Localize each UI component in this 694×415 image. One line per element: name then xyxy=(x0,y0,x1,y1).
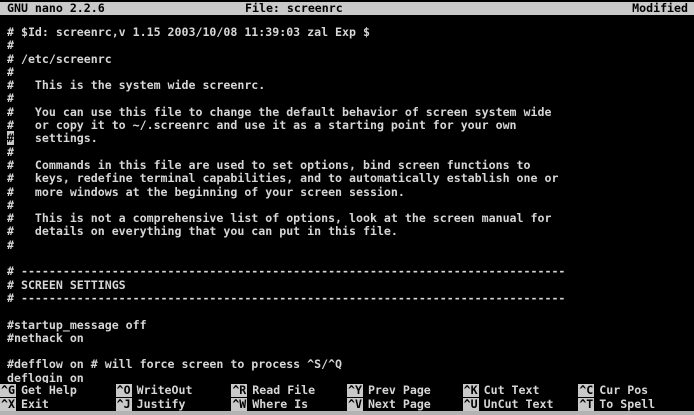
window-bottom-edge xyxy=(0,411,694,415)
editor-line: # details on everything that you can put… xyxy=(0,225,694,238)
shortcut-key: ^J xyxy=(116,398,132,411)
editor-line: #startup_message off xyxy=(0,319,694,332)
shortcut-label: Justify xyxy=(137,398,186,411)
editor-line: # $Id: screenrc,v 1.15 2003/10/08 11:39:… xyxy=(0,26,694,39)
editor-line: deflogin on xyxy=(0,372,694,383)
editor-line xyxy=(0,305,694,318)
shortcut-exit: ^X Exit xyxy=(0,398,116,412)
editor-line: # keys, redefine terminal capabilities, … xyxy=(0,172,694,185)
shortcut-label: Next Page xyxy=(368,398,431,411)
shortcut-key: ^K xyxy=(463,384,479,397)
shortcut-label: Cur Pos xyxy=(599,384,648,397)
shortcut-label: Prev Page xyxy=(368,384,431,397)
nano-terminal-window[interactable]: GNU nano 2.2.6 File: screenrc Modified #… xyxy=(0,0,694,415)
editor-line: # xyxy=(0,239,694,252)
shortcut-to-spell: ^T To Spell xyxy=(578,398,694,412)
shortcut-label: WriteOut xyxy=(137,384,193,397)
nano-titlebar: GNU nano 2.2.6 File: screenrc Modified xyxy=(0,2,694,15)
shortcut-help-bar: ^G Get Help ^O WriteOut ^R Read File ^Y Prev Pa… xyxy=(0,384,694,411)
shortcut-prev-page: ^Y Prev Page xyxy=(347,384,463,398)
shortcut-writeout: ^O WriteOut xyxy=(116,384,232,398)
editor-line: # --------------------------------------… xyxy=(0,265,694,278)
shortcut-label: Exit xyxy=(21,398,49,411)
shortcut-key: ^C xyxy=(578,384,594,397)
shortcut-key: ^W xyxy=(231,398,247,411)
editor-line: # /etc/screenrc xyxy=(0,53,694,66)
shortcut-key: ^R xyxy=(231,384,247,397)
editor-line: # xyxy=(0,92,694,105)
shortcut-justify: ^J Justify xyxy=(116,398,232,412)
shortcut-label: UnCut Text xyxy=(484,398,554,411)
editor-line: # SCREEN SETTINGS xyxy=(0,279,694,292)
editor-line: # xyxy=(0,66,694,79)
shortcut-get-help: ^G Get Help xyxy=(0,384,116,398)
shortcut-key: ^X xyxy=(0,398,16,411)
shortcut-cut-text: ^K Cut Text xyxy=(463,384,579,398)
shortcut-next-page: ^V Next Page xyxy=(347,398,463,412)
open-filename-label: File: screenrc xyxy=(245,2,343,14)
shortcut-key: ^T xyxy=(578,398,594,411)
editor-text-area[interactable]: # $Id: screenrc,v 1.15 2003/10/08 11:39:… xyxy=(0,26,694,383)
shortcut-label: Read File xyxy=(252,384,315,397)
editor-line: # You can use this file to change the de… xyxy=(0,106,694,119)
editor-line: # xyxy=(0,39,694,52)
editor-line: # This is the system wide screenrc. xyxy=(0,79,694,92)
shortcut-label: Get Help xyxy=(21,384,77,397)
modified-status-badge: Modified xyxy=(632,2,688,14)
shortcut-key: ^G xyxy=(0,384,16,397)
editor-line: # more windows at the beginning of your … xyxy=(0,186,694,199)
editor-line: # This is not a comprehensive list of op… xyxy=(0,212,694,225)
cursor: # xyxy=(7,131,14,145)
shortcut-cur-pos: ^C Cur Pos xyxy=(578,384,694,398)
shortcut-label: Where Is xyxy=(252,398,308,411)
editor-line xyxy=(0,345,694,358)
editor-line: # --------------------------------------… xyxy=(0,292,694,305)
editor-line xyxy=(0,252,694,265)
shortcut-row: ^X Exit ^J Justify ^W Where Is ^V Next Page ^U Un… xyxy=(0,398,694,412)
editor-line: #nethack on xyxy=(0,332,694,345)
shortcut-uncut-text: ^U UnCut Text xyxy=(463,398,579,412)
shortcut-key: ^U xyxy=(463,398,479,411)
shortcut-key: ^V xyxy=(347,398,363,411)
shortcut-row: ^G Get Help ^O WriteOut ^R Read File ^Y Prev Pa… xyxy=(0,384,694,398)
editor-line: # xyxy=(0,199,694,212)
shortcut-where-is: ^W Where Is xyxy=(231,398,347,412)
editor-line: #defflow on # will force screen to proce… xyxy=(0,358,694,371)
editor-line: # Commands in this file are used to set … xyxy=(0,159,694,172)
shortcut-key: ^O xyxy=(116,384,132,397)
shortcut-read-file: ^R Read File xyxy=(231,384,347,398)
editor-line: # settings. xyxy=(0,132,694,145)
editor-line: # xyxy=(0,146,694,159)
app-version-label: GNU nano 2.2.6 xyxy=(7,2,105,14)
shortcut-label: To Spell xyxy=(599,398,655,411)
editor-line: # or copy it to ~/.screenrc and use it a… xyxy=(0,119,694,132)
shortcut-key: ^Y xyxy=(347,384,363,397)
shortcut-label: Cut Text xyxy=(484,384,540,397)
